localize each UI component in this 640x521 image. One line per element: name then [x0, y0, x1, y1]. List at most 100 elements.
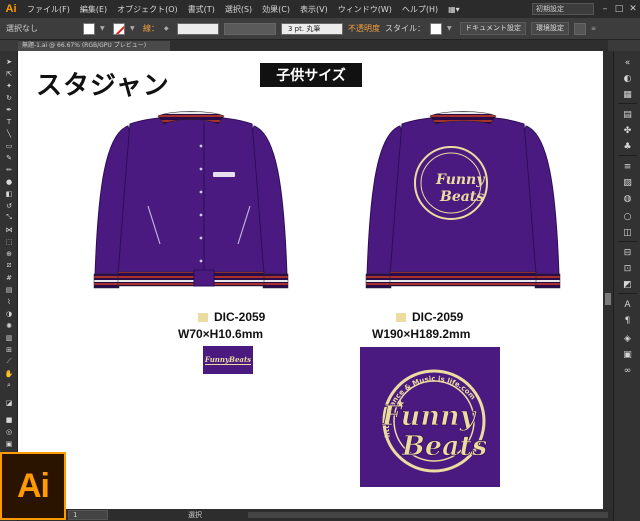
shape-builder-tool-icon[interactable]: ⊕	[4, 249, 14, 258]
hand-tool-icon[interactable]: ✋	[4, 369, 14, 378]
workspace-select[interactable]: 初期設定	[532, 3, 594, 15]
color-mode-icon[interactable]: ■	[4, 415, 14, 424]
menu-edit[interactable]: 編集(E)	[75, 4, 112, 15]
size-badge: 子供サイズ	[260, 63, 362, 87]
back-print-line1: Funny	[435, 172, 485, 188]
style-swatch[interactable]	[430, 22, 442, 35]
color-chip	[396, 313, 406, 322]
menu-window[interactable]: ウィンドウ(W)	[333, 4, 397, 15]
artboard-tool-icon[interactable]: ⊞	[4, 345, 14, 354]
fill-stroke-icon[interactable]: ◪	[3, 397, 15, 409]
horizontal-scrollbar[interactable]	[248, 512, 608, 518]
menu-file[interactable]: ファイル(F)	[22, 4, 75, 15]
menu-object[interactable]: オブジェクト(O)	[112, 4, 183, 15]
links-icon[interactable]: ∞	[622, 365, 633, 376]
rectangle-tool-icon[interactable]: ▭	[4, 141, 14, 150]
rotate-tool-icon[interactable]: ↺	[4, 201, 14, 210]
artboards-icon[interactable]: ▣	[622, 349, 633, 360]
preferences-button[interactable]: 環境設定	[531, 22, 569, 35]
pathfinder-icon[interactable]: ◩	[622, 279, 633, 290]
symbol-sprayer-tool-icon[interactable]: ✺	[4, 321, 14, 330]
swatches-icon[interactable]: ▤	[622, 109, 633, 120]
width-tool-icon[interactable]: ⋈	[4, 225, 14, 234]
direct-selection-tool-icon[interactable]: ⇱	[4, 69, 14, 78]
selection-tool-icon[interactable]: ➤	[4, 57, 14, 66]
menu-view[interactable]: 表示(V)	[295, 4, 333, 15]
align-panel-icon[interactable]: ⊟	[622, 247, 633, 258]
front-logo-preview: FunnyBeats	[203, 346, 253, 374]
transparency-icon[interactable]: ◍	[622, 193, 633, 204]
gradient-tool-icon[interactable]: ▤	[4, 285, 14, 294]
tools-panel: ➤ ⇱ ✦ ↻ ✒ T ╲ ▭ ✎ ✏ ● ◧ ↺ ⤡ ⋈ ⬚ ⊕ ⧄ # ▤ …	[0, 51, 18, 521]
drawing-mode-icon[interactable]: ◎	[4, 427, 14, 436]
minimize-icon[interactable]: –	[598, 2, 612, 16]
slice-tool-icon[interactable]: ⟋	[4, 357, 14, 366]
panel-menu-icon[interactable]: ≡	[591, 25, 599, 32]
blend-tool-icon[interactable]: ◑	[4, 309, 14, 318]
paintbrush-tool-icon[interactable]: ✎	[4, 153, 14, 162]
screen-mode-icon[interactable]: ▣	[4, 439, 14, 448]
transform-panel-icon[interactable]: ⊡	[622, 263, 633, 274]
magic-wand-tool-icon[interactable]: ✦	[4, 81, 14, 90]
chevron-down-icon[interactable]: ▼	[100, 25, 108, 32]
mesh-tool-icon[interactable]: #	[4, 273, 14, 282]
perspective-grid-tool-icon[interactable]: ⧄	[4, 261, 14, 270]
close-icon[interactable]: ✕	[626, 2, 640, 16]
menu-help[interactable]: ヘルプ(H)	[397, 4, 443, 15]
artboard-canvas[interactable]: スタジャン 子供サイズ Funny Beats DIC-2059 W70×H10…	[18, 51, 603, 509]
stroke-weight-field[interactable]	[177, 22, 219, 35]
free-transform-tool-icon[interactable]: ⬚	[4, 237, 14, 246]
paragraph-panel-icon[interactable]: ¶	[622, 315, 633, 326]
color-guide-icon[interactable]: ▦	[622, 89, 633, 100]
opacity-label[interactable]: 不透明度	[348, 23, 380, 34]
collapse-panel-icon[interactable]: «	[622, 57, 633, 68]
stroke-weight-stepper[interactable]: ◆	[164, 25, 172, 32]
fill-swatch[interactable]	[83, 22, 95, 35]
zoom-tool-icon[interactable]: ⌕	[4, 381, 14, 390]
scroll-thumb[interactable]	[605, 293, 611, 305]
bridge-icon[interactable]: ▦▾	[443, 5, 465, 14]
menu-effect[interactable]: 効果(C)	[257, 4, 295, 15]
back-print-line2: Beats	[439, 189, 484, 205]
maximize-icon[interactable]: □	[612, 2, 626, 16]
eyedropper-tool-icon[interactable]: ⌇	[4, 297, 14, 306]
lasso-tool-icon[interactable]: ↻	[4, 93, 14, 102]
graphic-styles-icon[interactable]: ◫	[622, 227, 633, 238]
scale-tool-icon[interactable]: ⤡	[4, 213, 14, 222]
jacket-illustrations: Funny Beats	[93, 111, 561, 289]
back-color-spec: DIC-2059	[396, 310, 463, 324]
stroke-swatch[interactable]	[113, 22, 125, 35]
eraser-tool-icon[interactable]: ◧	[4, 189, 14, 198]
document-settings-button[interactable]: ドキュメント設定	[460, 22, 526, 35]
chevron-down-icon[interactable]: ▼	[447, 25, 455, 32]
artboard-number-field[interactable]: 1	[68, 510, 108, 520]
color-panel-icon[interactable]: ◐	[622, 73, 633, 84]
pen-tool-icon[interactable]: ✒	[4, 105, 14, 114]
blob-brush-tool-icon[interactable]: ●	[4, 177, 14, 186]
control-bar: 選択なし ▼ ▼ 線： ◆ 3 pt. 丸筆 不透明度 スタイル： ▼ ドキュメ…	[0, 18, 640, 40]
brushes-icon[interactable]: ✤	[622, 125, 633, 136]
stroke-label[interactable]: 線：	[143, 23, 159, 34]
variable-width-field[interactable]	[224, 22, 276, 35]
selection-status: 選択なし	[6, 24, 38, 33]
front-size-spec: W70×H10.6mm	[178, 327, 264, 341]
front-jacket	[93, 111, 289, 289]
symbols-icon[interactable]: ♣	[622, 141, 633, 152]
column-graph-tool-icon[interactable]: ▥	[4, 333, 14, 342]
stroke-panel-icon[interactable]: ≡	[622, 161, 633, 172]
gradient-panel-icon[interactable]: ▨	[622, 177, 633, 188]
menu-select[interactable]: 選択(S)	[220, 4, 257, 15]
brush-field[interactable]: 3 pt. 丸筆	[281, 22, 343, 35]
align-icon[interactable]	[574, 22, 586, 35]
line-tool-icon[interactable]: ╲	[4, 129, 14, 138]
character-panel-icon[interactable]: A	[622, 299, 633, 310]
menu-type[interactable]: 書式(T)	[183, 4, 220, 15]
chevron-down-icon[interactable]: ▼	[130, 25, 138, 32]
layers-icon[interactable]: ◈	[622, 333, 633, 344]
vertical-scrollbar[interactable]	[603, 51, 613, 509]
back-jacket: Funny Beats	[365, 111, 561, 289]
type-tool-icon[interactable]: T	[4, 117, 14, 126]
document-tab[interactable]: 無題-1.ai @ 66.67% (RGB/GPU プレビュー)	[18, 41, 170, 51]
appearance-icon[interactable]: ○	[622, 211, 633, 222]
pencil-tool-icon[interactable]: ✏	[4, 165, 14, 174]
